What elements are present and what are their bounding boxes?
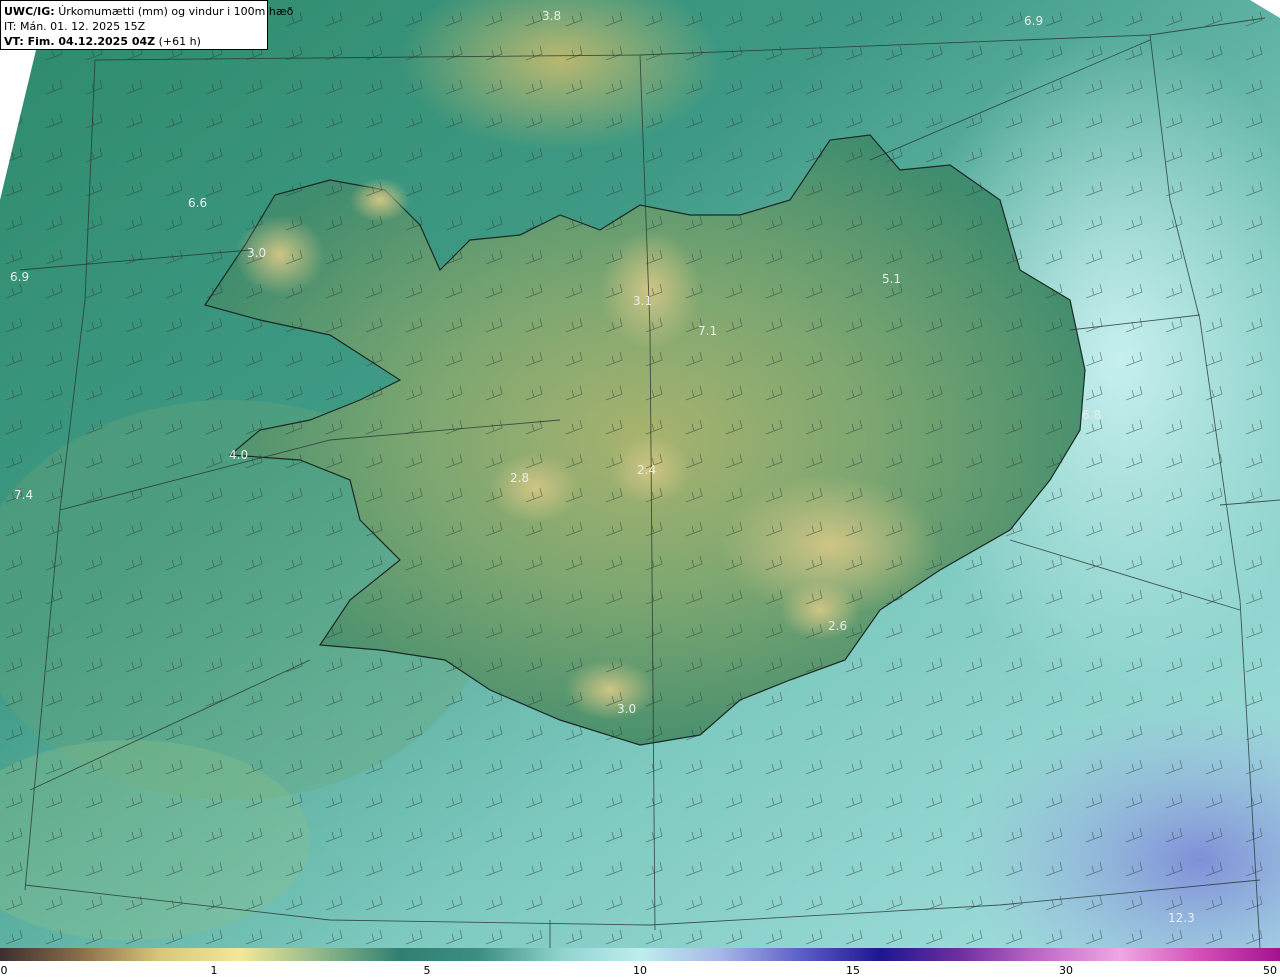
label-6-9-topright: 6.9 (1024, 14, 1043, 28)
colorbar-tick-0: 0 (0, 964, 8, 977)
label-3-0-westfjords: 3.0 (247, 246, 266, 260)
title-line-3: VT: Fim. 04.12.2025 04Z (+61 h) (4, 35, 201, 48)
colorbar-tick-15: 15 (846, 964, 860, 977)
label-3-1: 3.1 (633, 294, 652, 308)
label-6-8: 6.8 (1082, 408, 1101, 422)
label-2-6: 2.6 (828, 619, 847, 633)
label-6-6: 6.6 (188, 196, 207, 210)
label-4-0: 4.0 (229, 448, 248, 462)
colorbar-tick-30: 30 (1059, 964, 1073, 977)
label-12-3: 12.3 (1168, 911, 1195, 925)
label-2-8: 2.8 (510, 471, 529, 485)
colorbar: 0 1 5 10 15 30 50 (0, 948, 1280, 978)
colorbar-gradient (0, 948, 1280, 961)
label-2-4: 2.4 (637, 463, 656, 477)
label-3-8-top: 3.8 (542, 9, 561, 23)
colorbar-tick-1: 1 (210, 964, 218, 977)
label-6-9-west: 6.9 (10, 270, 29, 284)
label-7-4: 7.4 (14, 488, 33, 502)
title-line-2: IT: Mán. 01. 12. 2025 15Z (4, 20, 146, 33)
title-line-1: UWC/IG: Úrkomumætti (mm) og vindur i 100… (4, 5, 294, 18)
label-5-1: 5.1 (882, 272, 901, 286)
label-3-0-south: 3.0 (617, 702, 636, 716)
label-7-1: 7.1 (698, 324, 717, 338)
colorbar-tick-5: 5 (423, 964, 431, 977)
map-title-box: UWC/IG: Úrkomumætti (mm) og vindur i 100… (0, 0, 294, 50)
colorbar-tick-10: 10 (633, 964, 647, 977)
colorbar-tick-50: 50 (1263, 964, 1277, 977)
forecast-map: 3.8 6.9 6.6 3.0 6.9 5.1 3.1 7.1 4.0 7.4 … (0, 0, 1280, 948)
